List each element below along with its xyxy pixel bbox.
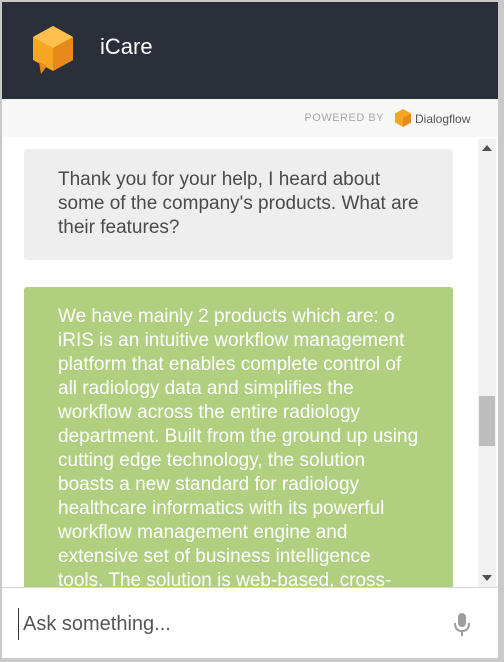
dialogflow-brand[interactable]: Dialogflow (415, 112, 470, 126)
bot-message: We have mainly 2 products which are: o i… (24, 287, 453, 587)
chat-log[interactable]: Thank you for your help, I heard about s… (2, 137, 498, 587)
user-message: Thank you for your help, I heard about s… (24, 149, 453, 260)
chat-scrollbar[interactable] (478, 139, 496, 587)
powered-by-label: POWERED BY (304, 112, 384, 124)
scrollbar-thumb[interactable] (479, 396, 495, 446)
input-bar (2, 587, 498, 658)
dialogflow-logo-icon (395, 109, 411, 127)
app-title: iCare (100, 34, 153, 59)
message-input[interactable] (18, 608, 425, 640)
header: iCare (2, 2, 498, 99)
scroll-up-arrow-icon[interactable] (482, 145, 492, 151)
scroll-down-arrow-icon[interactable] (482, 575, 492, 581)
icare-logo-icon (33, 26, 73, 74)
microphone-icon[interactable] (454, 613, 470, 637)
chat-widget: iCare POWERED BY Dialogflow Thank you fo… (2, 2, 498, 658)
